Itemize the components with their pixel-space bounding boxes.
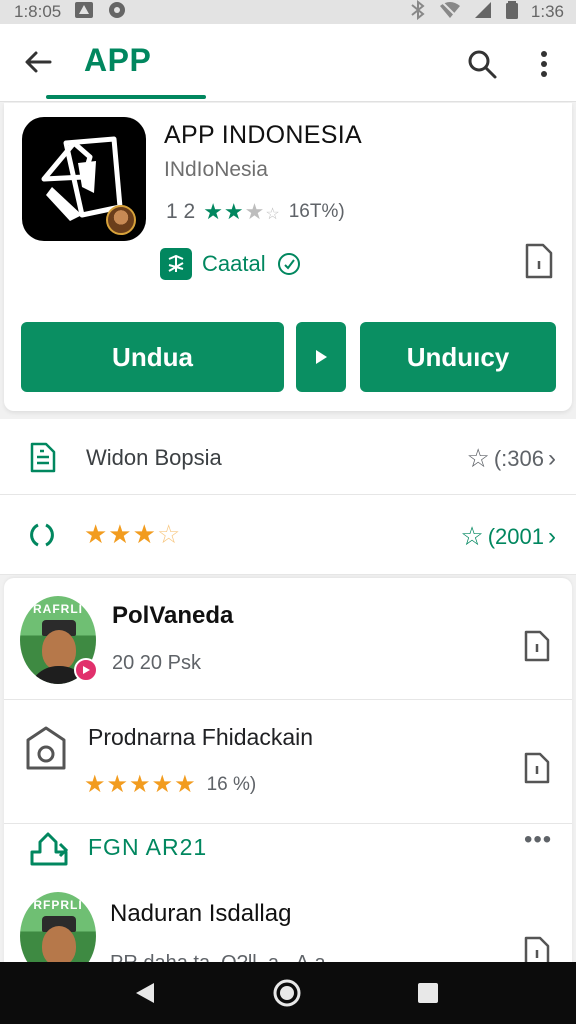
status-left: 1:8:05	[14, 0, 127, 25]
verified-clock-icon	[277, 253, 300, 275]
info-row-count: (:306	[493, 445, 544, 471]
list-item[interactable]: RAFRLI PolVaneda 20 20 Psk	[4, 578, 572, 700]
item-rating: ★★★★★ 16 %)	[84, 770, 256, 799]
app-bar-title: APP	[84, 42, 152, 78]
rating-percent: 16T%)	[288, 201, 345, 222]
more-vert-icon	[541, 51, 547, 77]
signal-icon	[473, 0, 493, 25]
notification-icon	[73, 0, 95, 25]
item-percent: 16 %)	[206, 773, 257, 795]
category-icon	[160, 248, 192, 280]
status-time-right: 1:36	[530, 2, 564, 21]
store-icon	[26, 726, 66, 770]
install-button[interactable]: Undua	[21, 322, 284, 392]
info-row-trailing: ☆ (2001 ›	[460, 521, 556, 552]
info-list: Widon Bopsia ☆ (:306 › ★★★☆ ☆ (2001 ›	[0, 419, 576, 575]
rating-stars-orange: ★★★★★	[84, 771, 197, 798]
developer-name[interactable]: INdIoNesia	[164, 158, 268, 182]
battery-icon	[505, 0, 519, 25]
nav-recents-icon[interactable]	[416, 981, 440, 1005]
sync-icon	[107, 0, 127, 25]
list-item[interactable]: Prodnarna Fhidackain ★★★★★ 16 %)	[4, 702, 572, 824]
item-code: FGN AR21	[88, 834, 208, 860]
app-icon-badge-avatar	[106, 205, 136, 235]
more-options-button[interactable]	[524, 42, 564, 86]
info-row-trailing: ☆ (:306 ›	[467, 443, 556, 474]
download-button[interactable]: Unduıcy	[360, 322, 556, 392]
star-outline-icon: ☆	[466, 443, 490, 473]
app-bar: APP	[0, 24, 576, 102]
reviewer-name: PolVaneda	[112, 602, 234, 629]
app-name: APP INDONESIA	[164, 121, 362, 149]
bluetooth-icon	[409, 0, 427, 25]
nav-back-icon[interactable]	[132, 980, 158, 1006]
info-row-about[interactable]: Widon Bopsia ☆ (:306 ›	[0, 419, 576, 495]
arrow-left-icon	[25, 51, 52, 73]
app-icon[interactable]	[22, 117, 146, 241]
tab-indicator	[46, 95, 206, 99]
wishlist-button[interactable]	[522, 241, 556, 281]
avatar-ribbon: RFPRLI	[33, 898, 83, 912]
app-header-card: APP INDONESIA INdIoNesia 1 2 ★★★☆ 16T%) …	[4, 103, 572, 411]
back-button[interactable]	[18, 42, 58, 82]
chevron-right-icon: ›	[548, 522, 556, 550]
chevron-right-icon: ›	[548, 444, 556, 472]
category-label: Caatal	[202, 251, 266, 276]
rating-row: 1 2 ★★★☆ 16T%)	[166, 199, 345, 225]
bookmark-icon	[525, 243, 553, 279]
category-chip[interactable]: Caatal	[160, 248, 302, 280]
nav-home-icon[interactable]	[272, 978, 302, 1008]
live-badge-icon	[74, 658, 98, 682]
doc-action-icon[interactable]	[522, 628, 552, 664]
status-time-left: 1:8:05	[14, 2, 62, 21]
search-icon	[468, 50, 497, 79]
system-nav-bar	[0, 962, 576, 1024]
document-icon	[30, 442, 56, 473]
play-button[interactable]	[296, 322, 346, 392]
wifi-off-icon	[439, 0, 461, 25]
star-outline-icon: ☆	[460, 521, 484, 551]
reviews-card: RAFRLI PolVaneda 20 20 Psk Prodnarna Fhi…	[4, 578, 572, 980]
info-row-label: Widon Bopsia	[86, 445, 222, 470]
search-button[interactable]	[460, 42, 504, 86]
reviewer-name: Naduran Isdallag	[110, 900, 292, 927]
play-icon	[316, 350, 327, 364]
doc-action-icon[interactable]	[522, 750, 552, 786]
avatar-ribbon: RAFRLI	[33, 602, 83, 616]
more-horiz-icon[interactable]: •••	[524, 826, 558, 856]
rating-stars: ★★★☆	[203, 199, 281, 224]
status-right: 1:36	[409, 0, 564, 25]
ratings-count: (2001	[487, 523, 544, 549]
rating-stars-orange: ★★★☆	[84, 519, 182, 549]
rating-value: 1 2	[166, 200, 196, 223]
status-bar: 1:8:05 1:36	[0, 0, 576, 24]
cloud-upload-icon	[30, 832, 69, 866]
reviewer-meta: 20 20 Psk	[112, 652, 201, 674]
item-title: Prodnarna Fhidackain	[88, 724, 314, 750]
list-item[interactable]: FGN AR21 •••	[4, 826, 572, 882]
info-row-ratings[interactable]: ★★★☆ ☆ (2001 ›	[0, 497, 576, 573]
refresh-icon	[30, 523, 54, 547]
